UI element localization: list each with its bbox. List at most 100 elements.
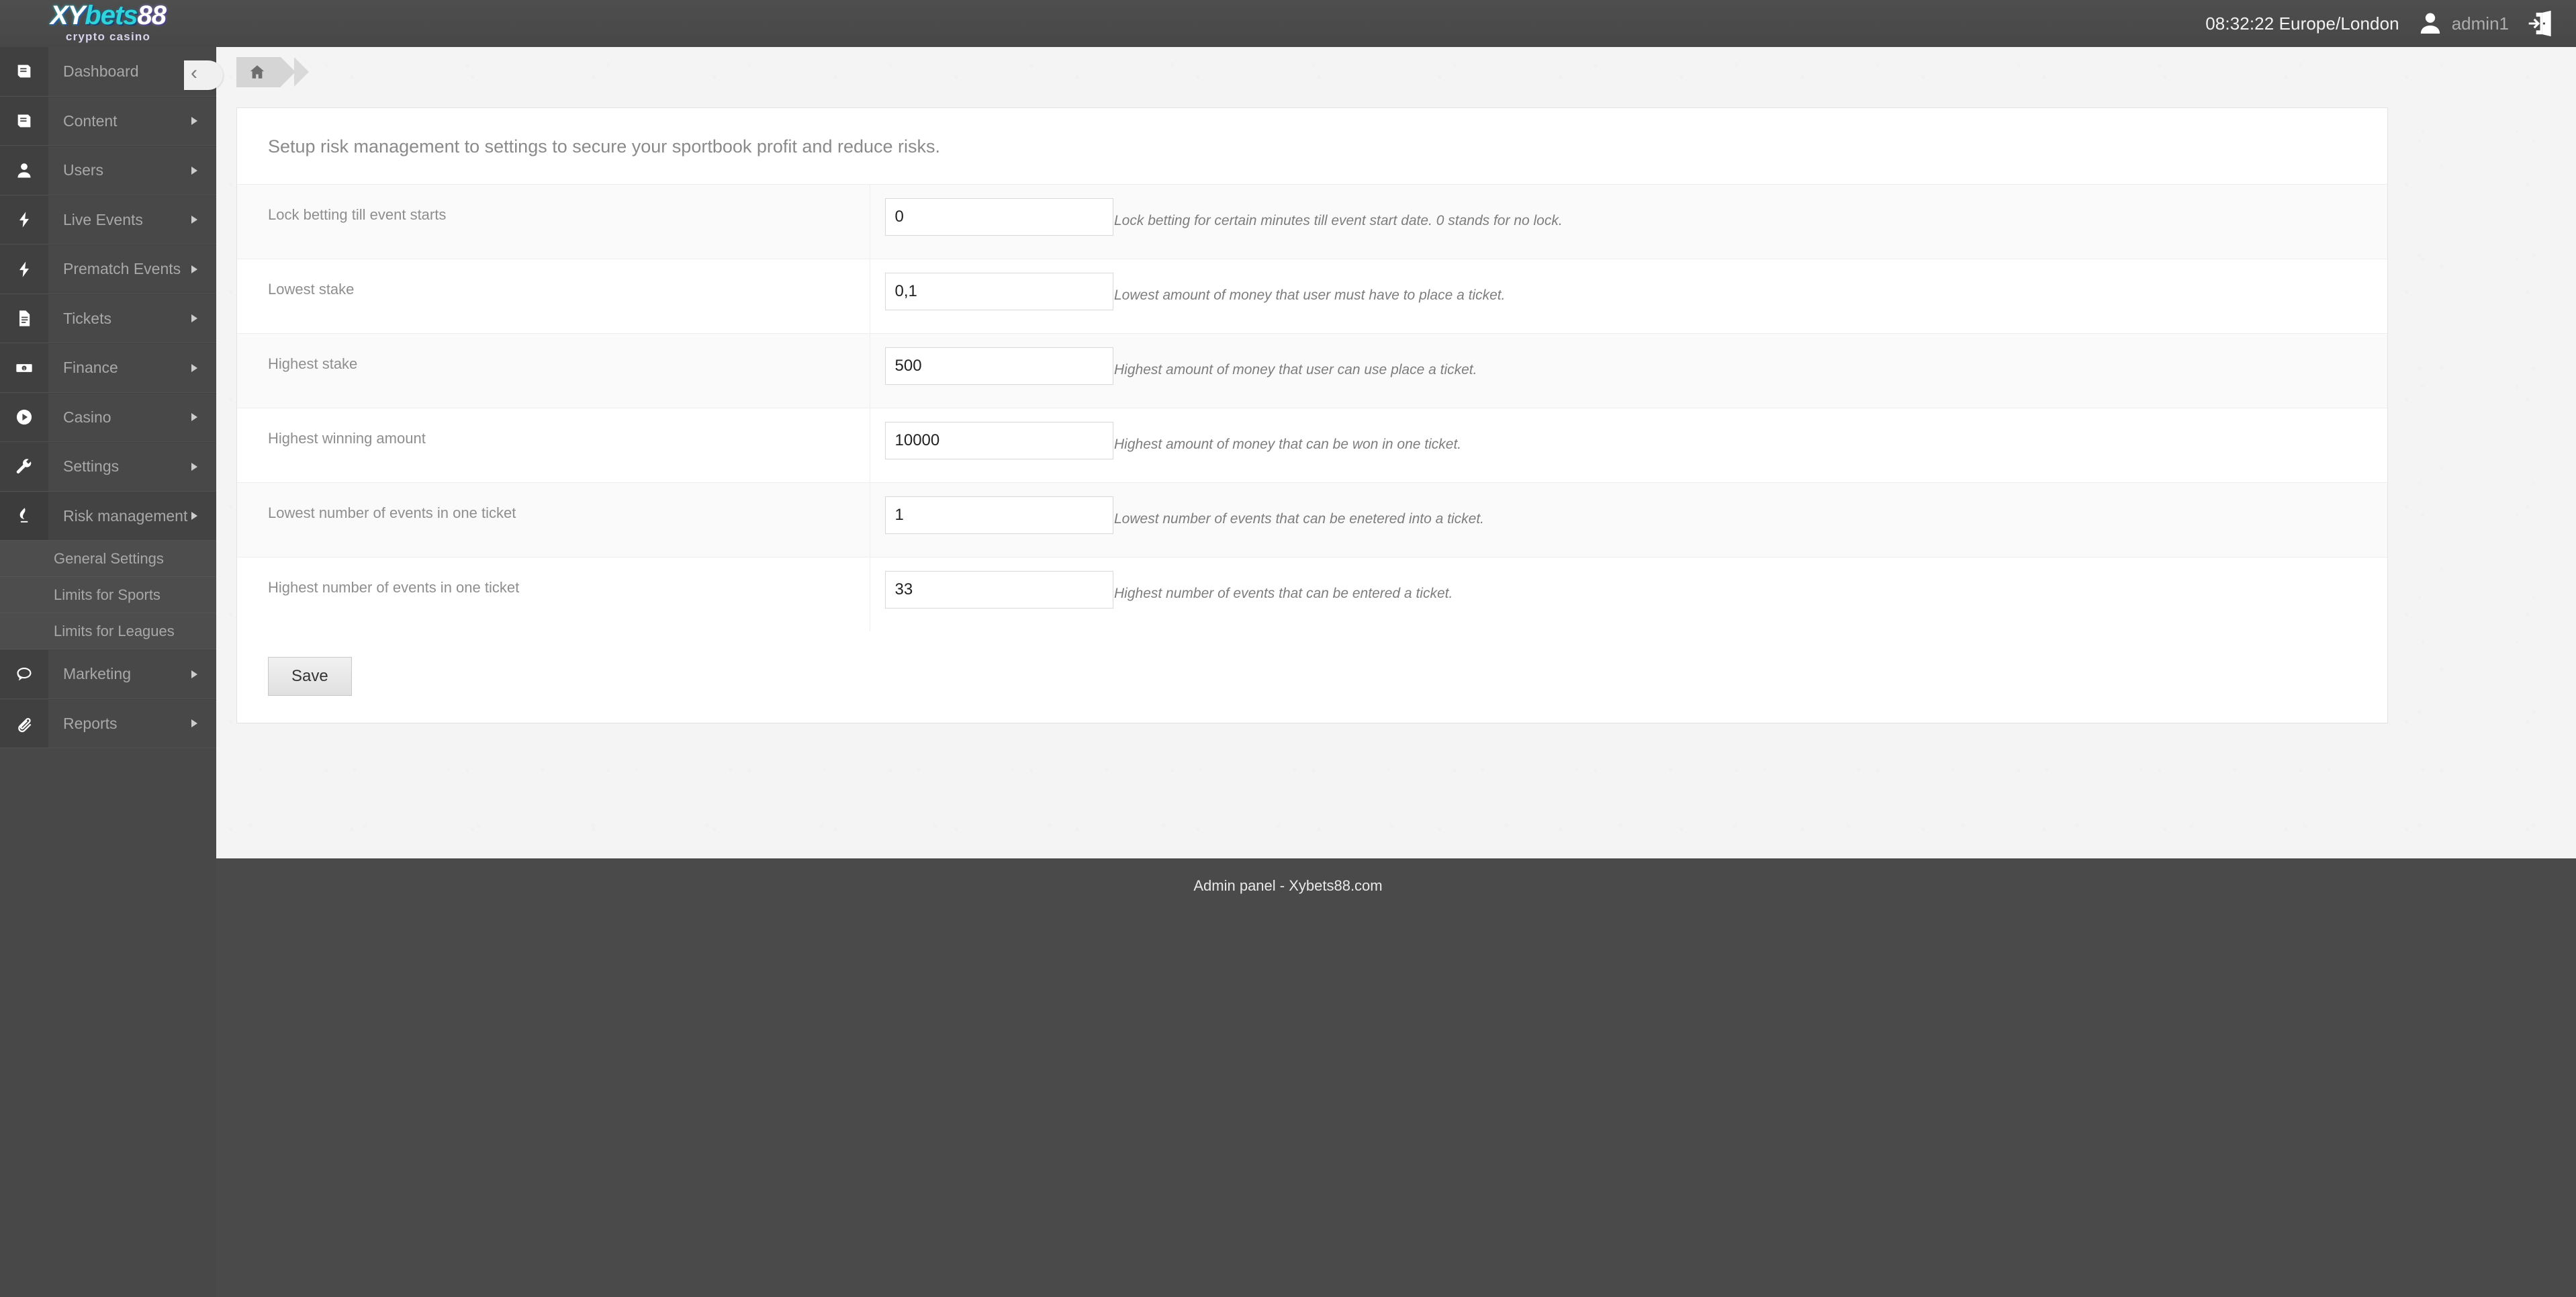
sidebar-item-prematch-events[interactable]: Prematch Events (0, 244, 216, 294)
sidebar-navigation: Dashboard Content Users Live Events Prem… (0, 47, 216, 1297)
row-field (870, 259, 1113, 334)
banknote-icon: 1 (0, 344, 48, 392)
sidebar-item-risk-management[interactable]: Risk management (0, 491, 216, 541)
row-help-text: Highest number of events that can be ent… (1114, 586, 1453, 601)
logo-subtitle: crypto casino (65, 30, 151, 43)
sidebar-subitem-general-settings[interactable]: General Settings (0, 541, 216, 577)
sidebar-item-casino[interactable]: Casino (0, 392, 216, 442)
logo-88-text: 88 (137, 1, 167, 30)
sidebar-label: Live Events (63, 210, 143, 228)
settings-panel: Setup risk management to settings to sec… (236, 107, 2388, 723)
play-circle-icon (0, 393, 48, 441)
sidebar-subitem-limits-for-sports[interactable]: Limits for Sports (0, 577, 216, 613)
sidebar-item-finance[interactable]: 1 Finance (0, 343, 216, 393)
sidebar-item-live-events[interactable]: Live Events (0, 195, 216, 244)
row-help-text: Highest amount of money that user can us… (1114, 362, 1477, 377)
flame-icon (0, 492, 48, 540)
user-menu[interactable]: admin1 (2417, 10, 2509, 37)
chevron-right-icon (191, 314, 197, 323)
logout-door-icon[interactable] (2526, 9, 2556, 38)
table-row: Highest winning amount Highest amount of… (237, 408, 2387, 483)
chevron-right-icon (191, 413, 197, 422)
sidebar-sublabel: Limits for Sports (54, 586, 160, 603)
user-icon (0, 146, 48, 195)
breadcrumb-home[interactable] (236, 56, 295, 87)
sidebar-label: Reports (63, 714, 118, 732)
highest-events-count-input[interactable] (884, 571, 1113, 609)
lowest-stake-input[interactable] (884, 273, 1113, 310)
chevron-right-icon (191, 719, 197, 728)
sidebar-collapse-toggle[interactable]: ‹ (184, 60, 223, 90)
form-actions: Save (237, 631, 2387, 696)
sidebar-item-marketing[interactable]: Marketing (0, 650, 216, 699)
lowest-events-count-input[interactable] (884, 496, 1113, 534)
book-icon (0, 97, 48, 145)
sidebar-item-users[interactable]: Users (0, 146, 216, 195)
sidebar-label: Content (63, 111, 118, 130)
sidebar-label: Settings (63, 457, 120, 476)
wrench-icon (0, 443, 48, 491)
username-label: admin1 (2451, 13, 2509, 34)
svg-text:1: 1 (23, 367, 25, 371)
logo-xy-text: XY (50, 1, 85, 30)
bolt-icon (0, 245, 48, 294)
chevron-right-icon (191, 216, 197, 224)
sidebar-label: Users (63, 161, 104, 179)
chevron-right-icon (191, 363, 197, 372)
breadcrumb (216, 47, 2576, 97)
sidebar-label: Casino (63, 408, 111, 426)
row-help-text: Lock betting for certain minutes till ev… (1114, 213, 1563, 228)
table-row: Lock betting till event starts Lock bett… (237, 184, 2387, 259)
row-field (870, 334, 1113, 408)
brand-logo[interactable]: XYbets88 crypto casino (0, 0, 216, 47)
row-help-text: Highest amount of money that can be won … (1114, 437, 1462, 452)
row-label: Highest winning amount (237, 408, 870, 483)
chevron-right-icon (191, 512, 197, 521)
sidebar-label: Prematch Events (63, 260, 181, 278)
sidebar-item-content[interactable]: Content (0, 96, 216, 146)
user-avatar-icon (2420, 13, 2440, 34)
row-field (870, 185, 1113, 259)
top-bar-right-group: 08:32:22 Europe/London admin1 (2205, 0, 2556, 47)
row-label: Highest number of events in one ticket (237, 557, 870, 631)
main-content: Setup risk management to settings to sec… (216, 47, 2576, 858)
breadcrumb-separator-icon (294, 57, 309, 87)
lock-betting-input[interactable] (884, 198, 1113, 236)
row-help-text: Lowest amount of money that user must ha… (1114, 287, 1506, 303)
sidebar-item-settings[interactable]: Settings (0, 442, 216, 492)
row-field (870, 483, 1113, 557)
top-bar: 08:32:22 Europe/London admin1 (0, 0, 2576, 47)
row-label: Lock betting till event starts (237, 184, 870, 259)
row-label: Lowest number of events in one ticket (237, 482, 870, 557)
table-row: Highest number of events in one ticket H… (237, 557, 2387, 631)
chevron-right-icon (191, 265, 197, 273)
document-icon (0, 294, 48, 343)
footer-text: Admin panel - Xybets88.com (1193, 877, 1383, 894)
row-label: Lowest stake (237, 259, 870, 334)
bolt-icon (0, 195, 48, 244)
sidebar-label: Risk management (63, 506, 188, 525)
speech-bubble-icon (0, 650, 48, 699)
clock-timezone: 08:32:22 Europe/London (2205, 13, 2399, 34)
page-title: Setup risk management to settings to sec… (268, 136, 941, 156)
row-field (870, 408, 1113, 483)
settings-form-table: Lock betting till event starts Lock bett… (237, 184, 2387, 631)
home-icon (250, 65, 265, 79)
table-row: Lowest number of events in one ticket Lo… (237, 482, 2387, 557)
sidebar-label: Dashboard (63, 62, 139, 80)
sidebar-item-tickets[interactable]: Tickets (0, 294, 216, 343)
logo-bets-text: bets (85, 1, 138, 30)
sidebar-label: Tickets (63, 309, 111, 327)
save-button[interactable]: Save (268, 657, 352, 696)
table-row: Highest stake Highest amount of money th… (237, 333, 2387, 408)
chevron-left-icon: ‹ (191, 62, 197, 84)
footer: Admin panel - Xybets88.com (0, 858, 2576, 1297)
sidebar-label: Finance (63, 359, 118, 377)
sidebar-label: Marketing (63, 665, 131, 683)
highest-stake-input[interactable] (884, 347, 1113, 385)
highest-winning-amount-input[interactable] (884, 422, 1113, 459)
sidebar-sublabel: General Settings (54, 549, 164, 567)
table-row: Lowest stake Lowest amount of money that… (237, 259, 2387, 334)
sidebar-item-reports[interactable]: Reports (0, 699, 216, 748)
sidebar-subitem-limits-for-leagues[interactable]: Limits for Leagues (0, 613, 216, 650)
